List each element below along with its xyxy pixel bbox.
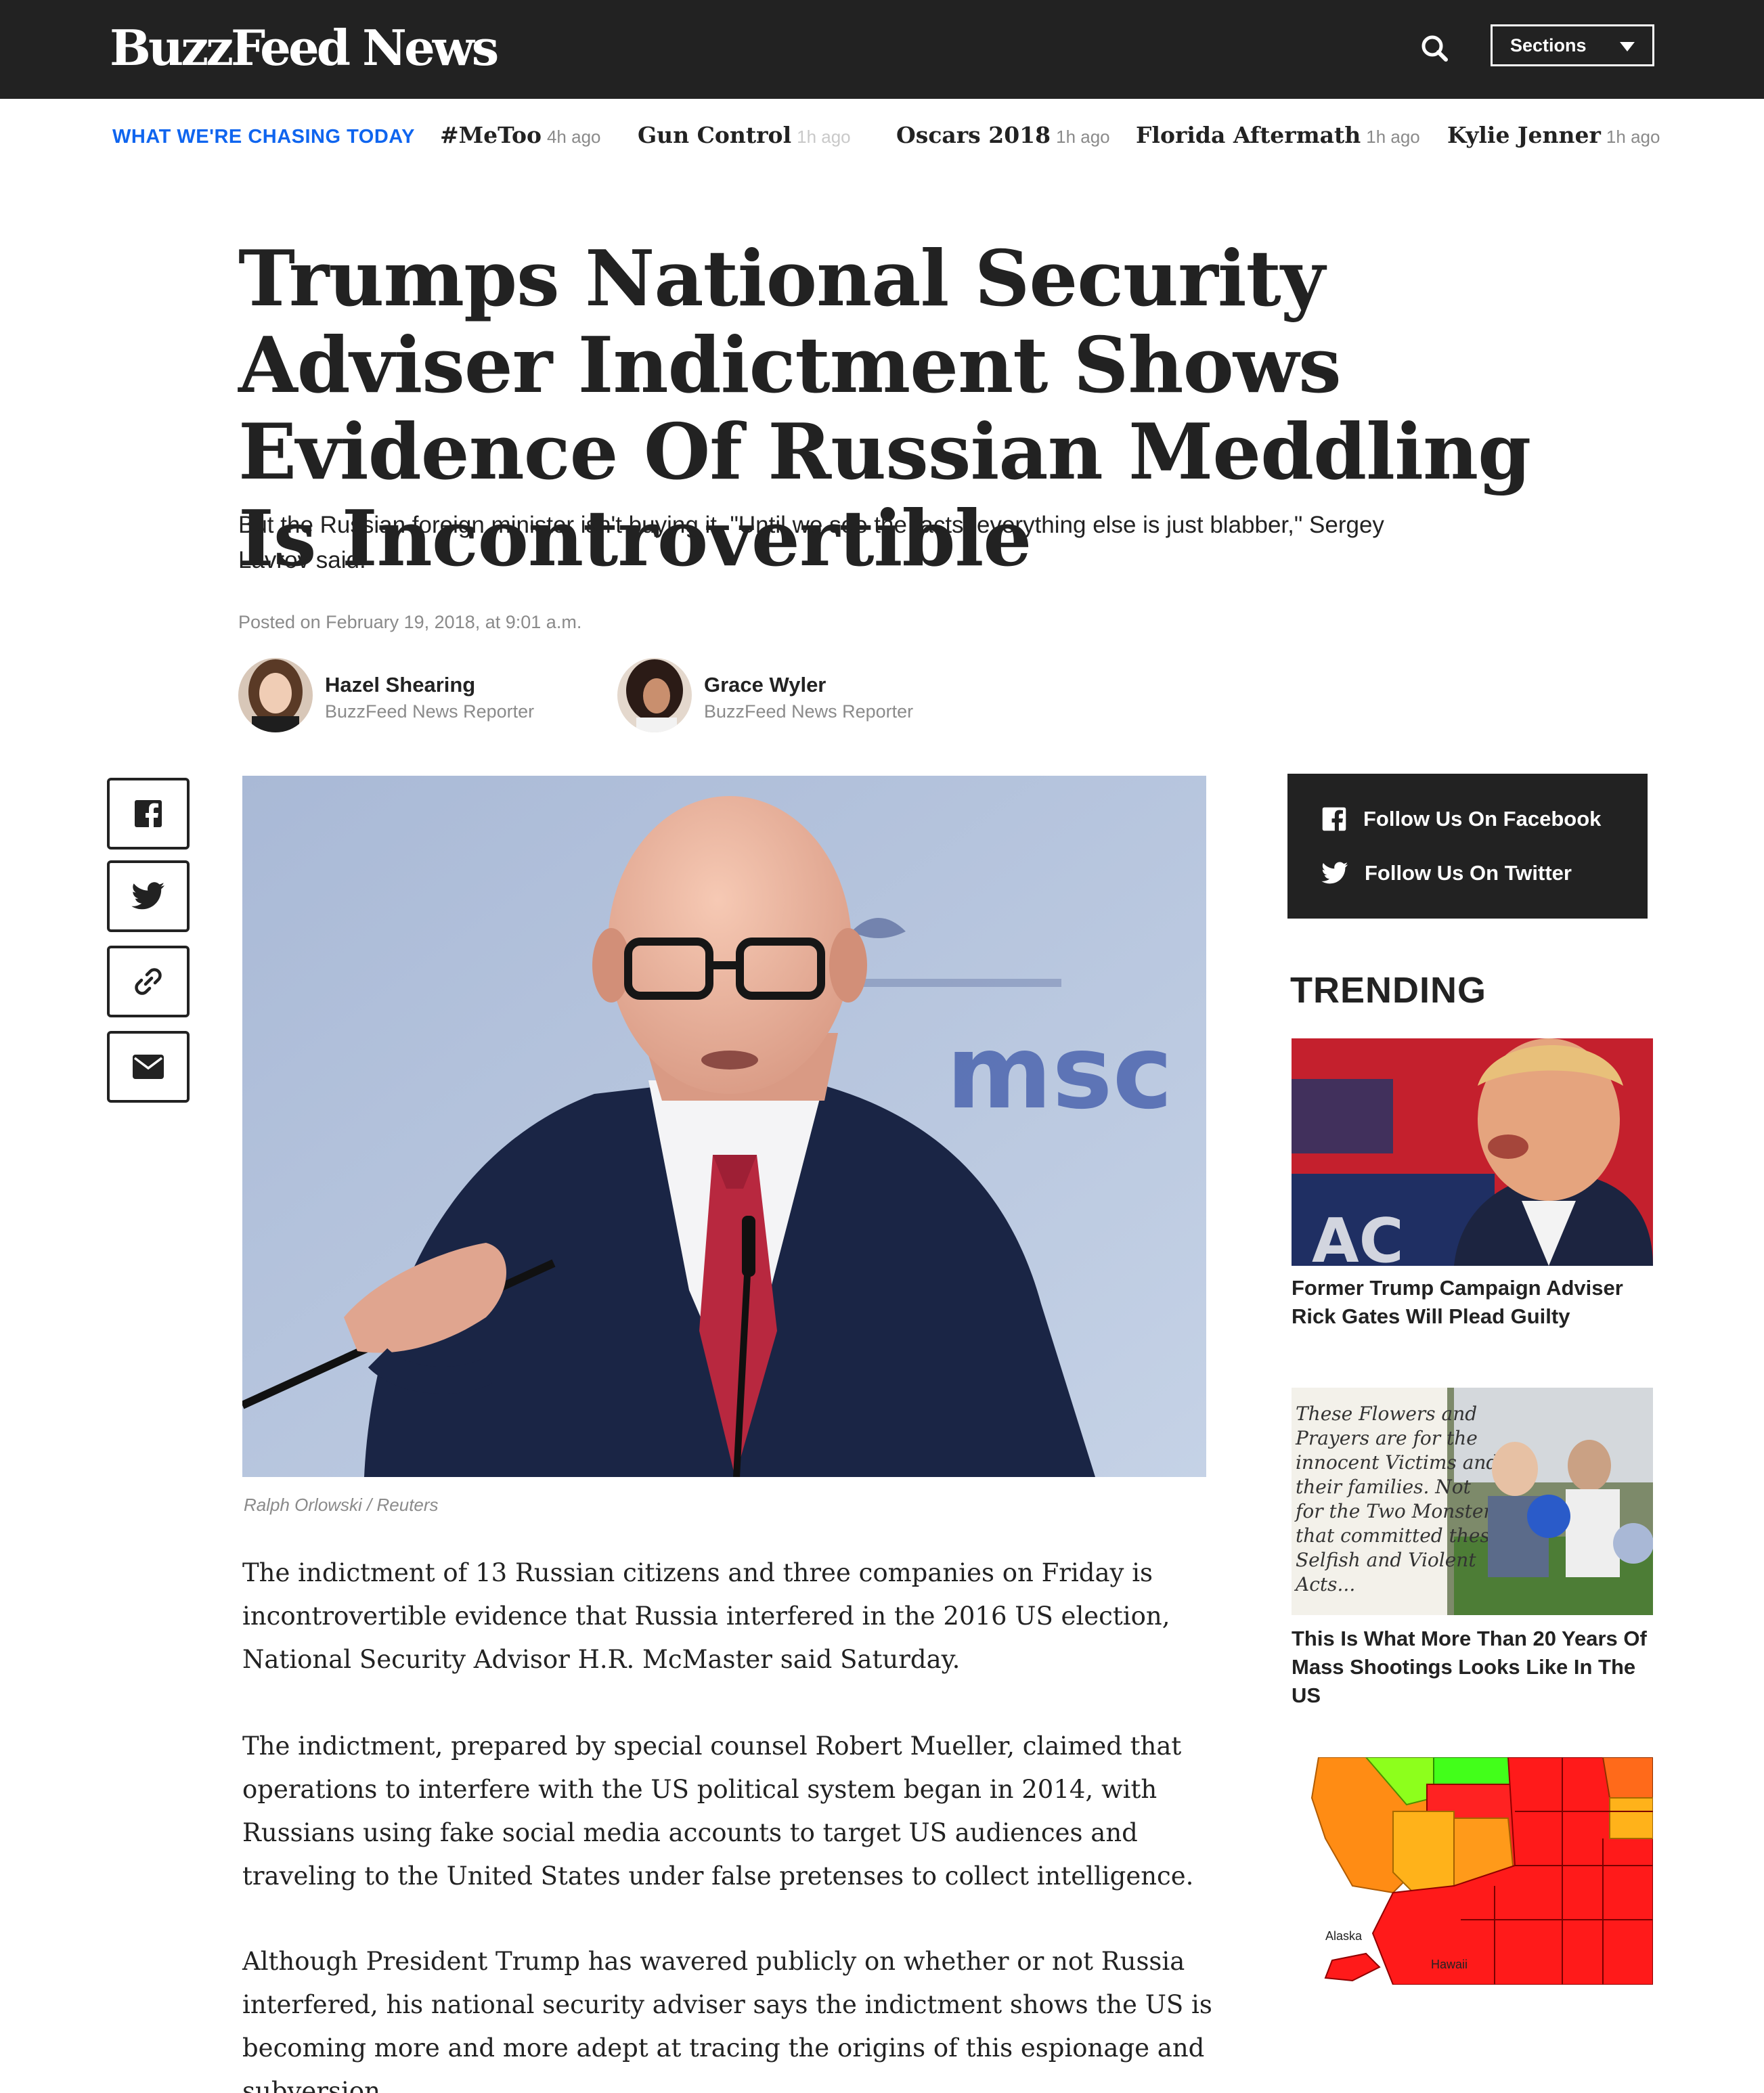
topic-link[interactable]: Florida Aftermath 1h ago (1136, 122, 1420, 148)
topic-name: Oscars 2018 (896, 122, 1051, 148)
follow-us-box: Follow Us On Facebook Follow Us On Twitt… (1287, 774, 1648, 919)
author-byline[interactable]: Hazel Shearing BuzzFeed News Reporter (238, 658, 563, 734)
trending-article-title[interactable]: Former Trump Campaign Adviser Rick Gates… (1292, 1274, 1657, 1331)
svg-text:Acts...: Acts... (1294, 1573, 1355, 1595)
topic-name: Florida Aftermath (1136, 122, 1361, 148)
trending-heading: TRENDING (1290, 970, 1486, 1011)
trending-image[interactable]: These Flowers and Prayers are for the in… (1292, 1388, 1653, 1615)
author-role: BuzzFeed News Reporter (704, 701, 914, 722)
author-name: Grace Wyler (704, 673, 826, 697)
caret-down-icon (1620, 42, 1635, 51)
svg-text:These Flowers and: These Flowers and (1296, 1403, 1477, 1425)
article-paragraph: The indictment, prepared by special coun… (242, 1732, 1194, 1891)
search-button[interactable] (1415, 28, 1455, 69)
avatar (617, 658, 692, 732)
svg-text:Selfish and Violent: Selfish and Violent (1296, 1549, 1476, 1571)
author-name: Hazel Shearing (325, 673, 476, 697)
search-icon (1421, 35, 1448, 62)
avatar (238, 658, 313, 732)
article-paragraph: The indictment of 13 Russian citizens an… (242, 1558, 1170, 1674)
topic-link[interactable]: #MeToo 4h ago (440, 122, 601, 148)
link-icon (135, 968, 162, 995)
trending-image[interactable]: AC (1292, 1038, 1653, 1266)
svg-text:for the Two Monsters: for the Two Monsters (1294, 1500, 1502, 1522)
svg-text:Prayers are for the: Prayers are for the (1295, 1427, 1478, 1449)
email-icon (133, 1055, 164, 1079)
follow-facebook-link[interactable]: Follow Us On Facebook (1321, 802, 1601, 836)
svg-text:AC: AC (1312, 1206, 1404, 1266)
share-email-button[interactable] (107, 1031, 190, 1103)
topic-name: Kylie Jenner (1447, 122, 1601, 148)
sections-dropdown[interactable]: Sections (1491, 24, 1654, 66)
facebook-icon (135, 800, 162, 829)
article-dek: But the Russian foreign minister isn't b… (238, 512, 1384, 573)
article-main-image: msc (242, 776, 1206, 1477)
topic-time: 4h ago (546, 127, 601, 147)
twitter-icon (1321, 862, 1348, 884)
image-credit: Ralph Orlowski / Reuters (244, 1495, 439, 1515)
share-twitter-button[interactable] (107, 860, 190, 932)
chasing-bar: WHAT WE'RE CHASING TODAY #MeToo 4h ago Gu… (0, 99, 1764, 180)
follow-twitter-label: Follow Us On Twitter (1365, 861, 1572, 885)
chasing-label: WHAT WE'RE CHASING TODAY (112, 126, 415, 148)
topic-time: 1h ago (797, 127, 851, 147)
site-header: BuzzFeed News Sections (0, 0, 1764, 99)
topic-time: 1h ago (1056, 127, 1110, 147)
author-byline[interactable]: Grace Wyler BuzzFeed News Reporter (617, 658, 942, 734)
trending-map-image[interactable]: Alaska Hawaii (1292, 1757, 1653, 1985)
copy-link-button[interactable] (107, 946, 190, 1017)
image-sign-text: msc (946, 1014, 1173, 1132)
map-label-alaska: Alaska (1325, 1929, 1363, 1943)
article-paragraph: Although President Trump has wavered pub… (242, 1947, 1212, 2093)
post-date: Posted on February 19, 2018, at 9:01 a.m… (238, 612, 582, 632)
svg-text:that committed these: that committed these (1296, 1524, 1501, 1547)
topic-time: 1h ago (1606, 127, 1660, 147)
topic-link[interactable]: Kylie Jenner 1h ago (1447, 122, 1660, 148)
twitter-icon (131, 882, 164, 910)
topic-name: Gun Control (638, 122, 792, 148)
topic-link[interactable]: Gun Control 1h ago (638, 122, 851, 148)
follow-facebook-label: Follow Us On Facebook (1363, 807, 1602, 831)
follow-twitter-link[interactable]: Follow Us On Twitter (1321, 856, 1572, 890)
topic-time: 1h ago (1366, 127, 1420, 147)
sections-label: Sections (1510, 35, 1587, 56)
svg-text:innocent Victims and: innocent Victims and (1296, 1451, 1498, 1474)
topic-name: #MeToo (440, 122, 542, 148)
trending-article-title[interactable]: This Is What More Than 20 Years Of Mass … (1292, 1625, 1657, 1710)
map-label-hawaii: Hawaii (1431, 1958, 1468, 1971)
facebook-icon (1322, 807, 1346, 832)
share-facebook-button[interactable] (107, 778, 190, 850)
author-role: BuzzFeed News Reporter (325, 701, 535, 722)
svg-text:their families. Not: their families. Not (1296, 1476, 1472, 1498)
topic-link[interactable]: Oscars 2018 1h ago (896, 122, 1110, 148)
site-logo[interactable]: BuzzFeed News (110, 18, 499, 79)
